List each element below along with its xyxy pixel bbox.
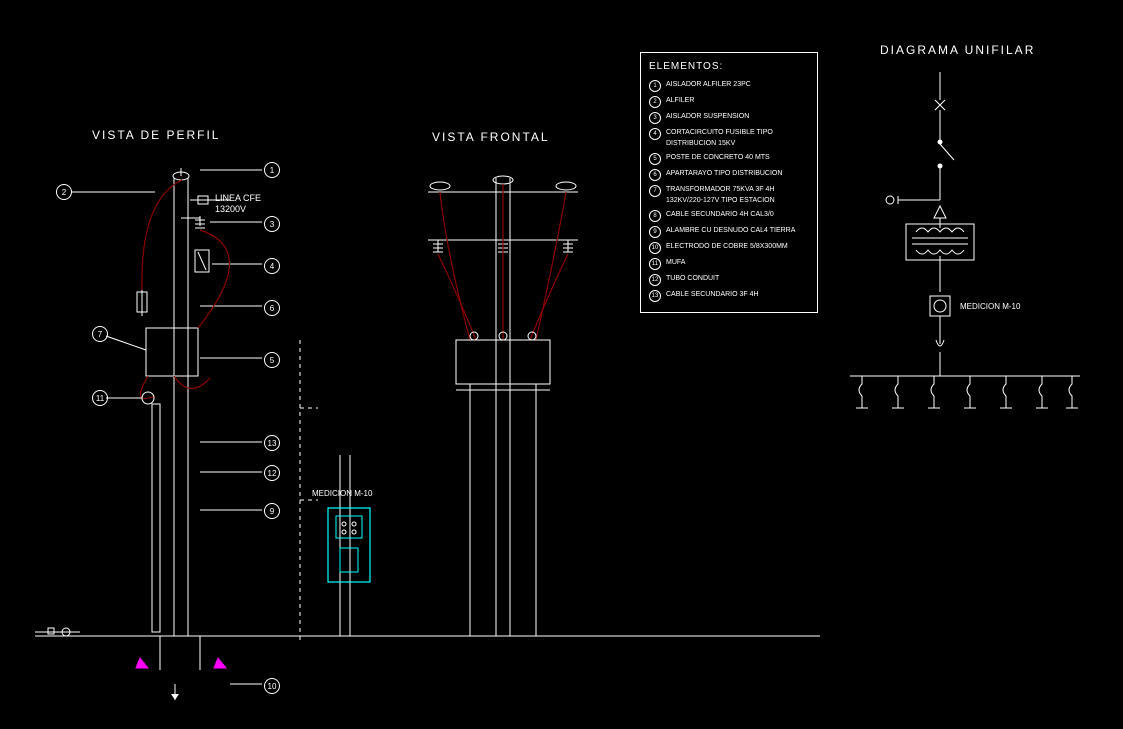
perfil-view <box>35 168 820 700</box>
unifilar-view <box>850 72 1080 408</box>
cad-drawing <box>0 0 1123 729</box>
frontal-view <box>428 176 578 636</box>
